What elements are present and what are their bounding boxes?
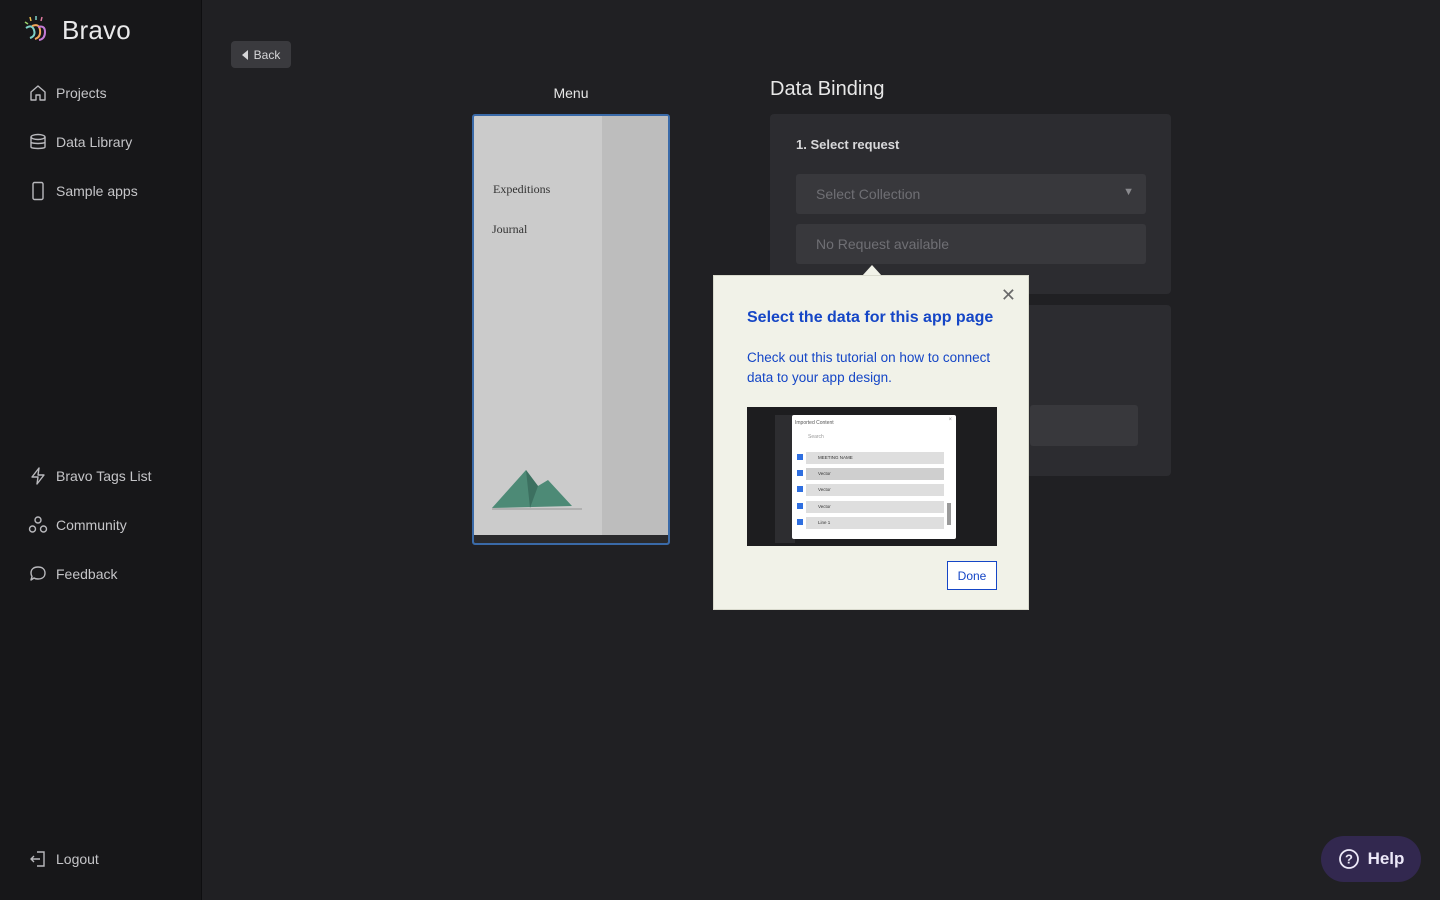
logout-button[interactable]: Logout: [28, 849, 99, 869]
thumbnail-row: Vector: [806, 484, 944, 496]
mountain-illustration: [492, 470, 582, 510]
logout-icon: [30, 851, 45, 867]
sidebar-item-label: Feedback: [56, 566, 118, 582]
preview-page-label: Menu: [553, 85, 589, 101]
tutorial-thumbnail[interactable]: Imported Content × Search MEETING NAME V…: [747, 407, 997, 546]
binding-field[interactable]: [1030, 405, 1138, 446]
select-request-panel: 1. Select request Select Collection ▼ No…: [770, 114, 1171, 294]
request-select[interactable]: No Request available: [796, 224, 1146, 264]
sidebar: Bravo Projects Data Library Sample apps …: [0, 0, 202, 900]
sidebar-item-feedback[interactable]: Feedback: [28, 564, 117, 584]
sidebar-item-label: Sample apps: [56, 183, 138, 199]
sidebar-item-projects[interactable]: Projects: [28, 83, 107, 103]
caret-left-icon: [241, 49, 248, 60]
request-select-value: No Request available: [816, 236, 950, 252]
database-icon: [30, 133, 46, 150]
thumbnail-checkbox: [797, 470, 803, 476]
sidebar-item-label: Data Library: [56, 134, 133, 150]
help-icon: ?: [1338, 849, 1359, 869]
preview-side-pane: [602, 116, 668, 535]
thumbnail-scrollbar: [947, 503, 951, 525]
preview-menu-item: Journal: [492, 222, 528, 236]
home-icon: [30, 85, 46, 101]
thumbnail-close-icon: ×: [948, 417, 952, 423]
done-button[interactable]: Done: [947, 561, 997, 590]
thumbnail-checkbox: [797, 503, 803, 509]
sidebar-item-label: Projects: [56, 85, 107, 101]
data-binding-title: Data Binding: [770, 78, 885, 100]
close-icon[interactable]: ✕: [1001, 286, 1016, 304]
thumbnail-row: Line 1: [806, 517, 944, 529]
collection-select-value: Select Collection: [816, 186, 921, 202]
thumbnail-search: Search: [808, 434, 824, 440]
sidebar-item-label: Bravo Tags List: [56, 468, 152, 484]
thumbnail-checkbox: [797, 519, 803, 525]
logout-label: Logout: [56, 851, 99, 867]
sidebar-item-label: Community: [56, 517, 127, 533]
collection-select[interactable]: Select Collection ▼: [796, 174, 1146, 214]
step-heading: 1. Select request: [796, 137, 900, 152]
phone-icon: [32, 181, 44, 201]
thumbnail-dialog: Imported Content × Search MEETING NAME V…: [792, 415, 956, 539]
svg-text:?: ?: [1345, 852, 1353, 867]
thumbnail-checkbox: [797, 486, 803, 492]
chevron-down-icon: ▼: [1123, 186, 1134, 198]
thumbnail-checkbox: [797, 454, 803, 460]
preview-menu-item: Expeditions: [493, 182, 551, 196]
thumbnail-dialog-title: Imported Content: [795, 420, 834, 426]
popover-body[interactable]: Check out this tutorial on how to connec…: [747, 348, 997, 388]
sidebar-item-community[interactable]: Community: [28, 515, 127, 535]
sidebar-item-data-library[interactable]: Data Library: [28, 132, 132, 152]
help-label: Help: [1367, 849, 1405, 868]
sidebar-item-sample-apps[interactable]: Sample apps: [28, 181, 138, 201]
thumbnail-row: MEETING NAME: [806, 452, 944, 464]
tutorial-popover: ✕ Select the data for this app page Chec…: [713, 275, 1029, 610]
app-page-preview[interactable]: Expeditions Journal: [472, 114, 670, 545]
chat-icon: [30, 566, 46, 581]
lightning-icon: [31, 467, 45, 485]
help-button[interactable]: ? Help: [1321, 836, 1421, 882]
thumbnail-row: Vector: [806, 468, 944, 480]
popover-title: Select the data for this app page: [747, 309, 994, 326]
preview-bottom-bar: [474, 535, 668, 543]
back-button[interactable]: Back: [231, 41, 291, 68]
thumbnail-row: Vector: [806, 501, 944, 513]
community-icon: [28, 516, 48, 533]
bravo-logo-icon: [24, 16, 47, 41]
back-label: Back: [253, 47, 281, 62]
sidebar-item-bravo-tags-list[interactable]: Bravo Tags List: [28, 466, 151, 486]
brand-name: Bravo: [62, 14, 131, 45]
brand-logo[interactable]: Bravo: [22, 14, 131, 46]
